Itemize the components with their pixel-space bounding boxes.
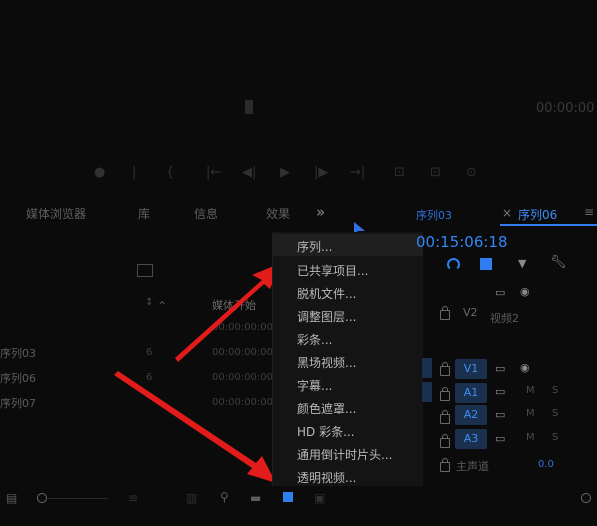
track-a3-target[interactable]: A3 (455, 429, 487, 449)
track-a2-target[interactable]: A2 (455, 405, 487, 425)
solo-button[interactable]: S (552, 385, 558, 396)
lock-icon[interactable] (440, 362, 450, 376)
solo-button[interactable]: S (552, 432, 558, 443)
lock-icon[interactable] (440, 306, 450, 320)
menu-item-countdown[interactable]: 通用倒计时片头... (297, 446, 392, 463)
timeline-timecode[interactable]: 00:15:06:18 (416, 233, 508, 251)
mute-button[interactable]: M (526, 385, 535, 396)
track-a1-target[interactable]: A1 (455, 383, 487, 403)
close-tab-icon[interactable]: × (502, 206, 512, 220)
menu-item-bars-tone[interactable]: 彩条... (297, 331, 332, 348)
toggle-output-icon[interactable]: ▭ (495, 362, 505, 375)
menu-item-sequence[interactable]: 序列... (273, 234, 423, 256)
tab-underline (500, 224, 597, 226)
menu-item-offline-file[interactable]: 脱机文件... (297, 285, 356, 302)
track-name-video2: 视频2 (490, 312, 519, 325)
tab-sequence-06[interactable]: 序列06 (518, 206, 557, 223)
mute-button[interactable]: M (526, 408, 535, 419)
menu-item-shared-project[interactable]: 已共享项目... (297, 262, 368, 279)
voice-over-icon[interactable]: ▭ (495, 432, 505, 445)
menu-item-color-matte[interactable]: 颜色遮罩... (297, 400, 356, 417)
tab-menu-icon[interactable]: ≡ (584, 205, 594, 219)
track-v2-label[interactable]: V2 (463, 306, 478, 319)
voice-over-icon[interactable]: ▭ (495, 385, 505, 398)
snap-icon[interactable] (447, 258, 460, 271)
add-marker-icon[interactable]: ▼ (518, 257, 526, 270)
toggle-output-icon[interactable]: ▭ (495, 286, 505, 299)
lock-icon[interactable] (440, 458, 450, 472)
wrench-icon[interactable]: 🔧︎ (550, 255, 567, 270)
new-item-menu: 序列... 已共享项目... 脱机文件... 调整图层... 彩条... 黑场视… (272, 232, 423, 486)
source-patch-v1[interactable] (422, 358, 432, 378)
track-v1-target[interactable]: V1 (455, 359, 487, 379)
voice-over-icon[interactable]: ▭ (495, 408, 505, 421)
source-patch-a1[interactable] (422, 382, 432, 402)
menu-item-adjustment-layer[interactable]: 调整图层... (297, 308, 356, 325)
lock-icon[interactable] (440, 410, 450, 424)
menu-item-captions[interactable]: 字幕... (297, 377, 332, 394)
solo-button[interactable]: S (552, 408, 558, 419)
eye-icon[interactable]: ◉ (520, 361, 530, 374)
lock-icon[interactable] (440, 387, 450, 401)
mute-button[interactable]: M (526, 432, 535, 443)
master-track-label: 主声道 (456, 460, 489, 473)
master-volume-value[interactable]: 0.0 (538, 459, 554, 470)
menu-item-transparent-video[interactable]: 透明视频... (297, 469, 356, 486)
eye-icon[interactable]: ◉ (520, 285, 530, 298)
menu-item-black-video[interactable]: 黑场视频... (297, 354, 356, 371)
linked-selection-icon[interactable] (480, 258, 492, 270)
lock-icon[interactable] (440, 434, 450, 448)
tab-sequence-03[interactable]: 序列03 (416, 207, 452, 223)
menu-item-hd-bars[interactable]: HD 彩条... (297, 423, 355, 440)
